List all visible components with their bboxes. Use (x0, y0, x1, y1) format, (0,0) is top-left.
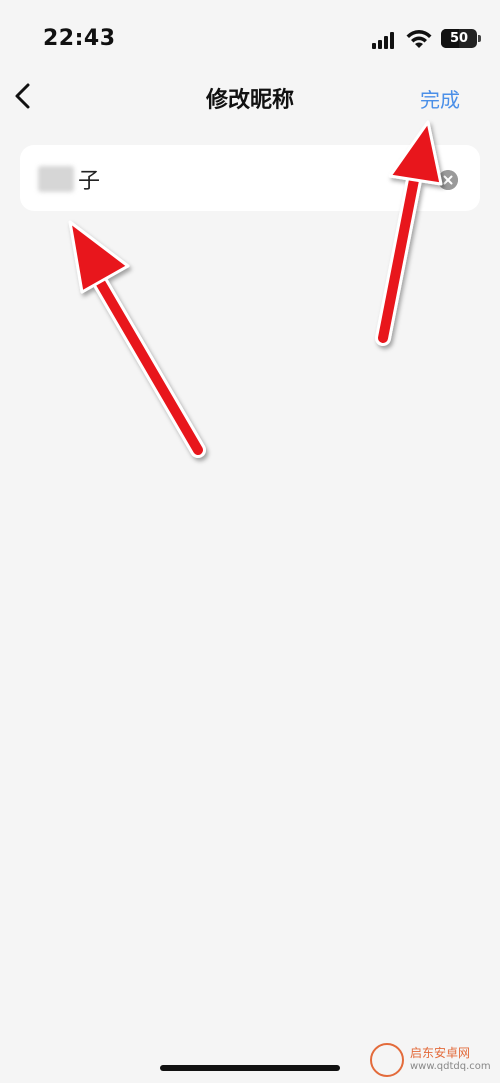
redacted-nickname (38, 166, 74, 192)
nickname-field[interactable]: 子 (20, 145, 480, 211)
watermark-title: 启东安卓网 (410, 1046, 471, 1060)
done-button[interactable]: 完成 (420, 84, 460, 113)
arrow-to-input (68, 220, 206, 458)
navigation-bar: 修改昵称 完成 (0, 74, 500, 120)
status-bar: 22:43 50 (0, 0, 500, 80)
watermark: 启东安卓网 www.qdtdq.com (370, 1040, 498, 1080)
clear-input-icon[interactable] (438, 170, 458, 190)
status-time: 22:43 (43, 26, 116, 51)
battery-cap (478, 35, 481, 42)
nickname-trailing-char: 子 (78, 169, 101, 194)
watermark-logo-icon (370, 1043, 404, 1077)
battery-icon: 50 (441, 29, 477, 48)
battery-level: 50 (449, 31, 469, 46)
cellular-signal-icon (372, 31, 398, 49)
watermark-url: www.qdtdq.com (410, 1061, 491, 1072)
home-indicator (160, 1065, 340, 1071)
wifi-icon (406, 30, 432, 48)
